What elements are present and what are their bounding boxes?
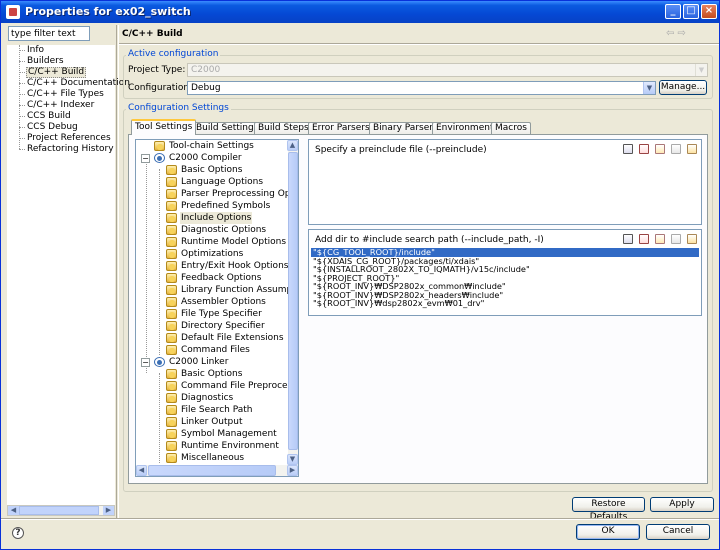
tab-tool-settings[interactable]: Tool Settings xyxy=(131,119,197,135)
options-icon xyxy=(166,273,177,283)
app-icon xyxy=(6,5,20,19)
include-path-toolbar xyxy=(617,234,697,245)
options-icon xyxy=(154,141,165,151)
options-icon xyxy=(166,237,177,247)
cancel-button[interactable]: Cancel xyxy=(646,524,710,540)
add-icon[interactable] xyxy=(623,234,633,244)
tool-tree-vertical-scrollbar[interactable]: ▲ ▼ xyxy=(287,140,298,465)
options-icon xyxy=(166,297,177,307)
configuration-value: Debug xyxy=(191,83,221,93)
scroll-thumb[interactable] xyxy=(19,506,99,515)
options-icon xyxy=(166,321,177,331)
include-path-pane: Add dir to #include search path (--inclu… xyxy=(308,229,702,316)
tree-guide-line xyxy=(146,158,147,373)
tree-guide-line xyxy=(159,373,160,463)
filter-input[interactable] xyxy=(8,26,90,41)
scroll-right-arrow-icon[interactable]: ▶ xyxy=(287,465,298,476)
move-up-icon[interactable] xyxy=(671,234,681,244)
maximize-button[interactable]: □ xyxy=(683,4,699,19)
delete-icon[interactable] xyxy=(639,144,649,154)
footer-separator xyxy=(1,518,719,520)
options-icon xyxy=(166,453,177,463)
options-icon xyxy=(166,441,177,451)
scroll-right-arrow-icon[interactable]: ▶ xyxy=(103,506,114,515)
header-separator xyxy=(119,43,719,45)
chevron-down-icon: ▼ xyxy=(695,64,707,76)
options-icon xyxy=(166,213,177,223)
options-icon xyxy=(166,189,177,199)
manage-button[interactable]: Manage... xyxy=(659,80,707,95)
move-down-icon[interactable] xyxy=(687,144,697,154)
configuration-label: Configuration: xyxy=(128,83,193,93)
scroll-left-arrow-icon[interactable]: ◀ xyxy=(8,506,19,515)
edit-icon[interactable] xyxy=(655,144,665,154)
collapse-compiler-icon[interactable]: − xyxy=(141,154,150,163)
page-title: C/C++ Build xyxy=(122,29,183,39)
configuration-settings-label: Configuration Settings xyxy=(126,103,231,113)
scroll-left-arrow-icon[interactable]: ◀ xyxy=(136,465,147,476)
restore-defaults-button[interactable]: Restore Defaults xyxy=(572,497,645,522)
preinclude-toolbar xyxy=(617,144,697,155)
options-icon xyxy=(166,177,177,187)
move-up-icon[interactable] xyxy=(671,144,681,154)
ok-button[interactable]: OK xyxy=(576,524,640,540)
options-icon xyxy=(166,285,177,295)
properties-window: Properties for ex02_switch _ □ × Info Bu… xyxy=(0,0,720,550)
scroll-down-arrow-icon[interactable]: ▼ xyxy=(287,454,298,465)
forward-arrow-icon[interactable]: ⇨ xyxy=(677,28,688,39)
window-title: Properties for ex02_switch xyxy=(25,5,191,18)
minimize-button[interactable]: _ xyxy=(665,4,681,19)
project-type-label: Project Type: xyxy=(128,65,186,75)
property-page-tree: Info Builders C/C++ Build C/C++ Document… xyxy=(7,45,130,505)
preinclude-pane: Specify a preinclude file (--preinclude) xyxy=(308,139,702,225)
include-path-header: Add dir to #include search path (--inclu… xyxy=(315,235,544,245)
options-icon xyxy=(166,369,177,379)
options-icon xyxy=(166,249,177,259)
options-icon xyxy=(166,405,177,415)
options-icon xyxy=(166,333,177,343)
scroll-thumb[interactable] xyxy=(148,465,276,476)
help-icon[interactable]: ? xyxy=(12,527,24,539)
options-icon xyxy=(166,309,177,319)
back-arrow-icon[interactable]: ⇦ xyxy=(666,28,677,39)
options-icon xyxy=(166,393,177,403)
options-icon xyxy=(166,261,177,271)
tool-settings-tree: Tool-chain Settings − C2000 Compiler Bas… xyxy=(135,139,299,477)
active-configuration-label: Active configuration xyxy=(126,49,221,59)
edit-icon[interactable] xyxy=(655,234,665,244)
tool-tree-horizontal-scrollbar[interactable]: ◀ ▶ xyxy=(136,465,298,476)
sidebar-horizontal-scrollbar[interactable]: ◀ ▶ xyxy=(7,505,115,516)
options-icon xyxy=(166,165,177,175)
delete-icon[interactable] xyxy=(639,234,649,244)
options-icon xyxy=(166,345,177,355)
project-type-select: C2000 ▼ xyxy=(187,63,708,77)
apply-button[interactable]: Apply xyxy=(650,497,714,512)
options-icon xyxy=(166,381,177,391)
configuration-select[interactable]: Debug ▼ xyxy=(187,81,656,95)
options-icon xyxy=(166,429,177,439)
pane-splitter[interactable] xyxy=(116,25,119,520)
title-bar[interactable]: Properties for ex02_switch _ □ × xyxy=(1,1,719,23)
close-button[interactable]: × xyxy=(701,4,717,19)
move-down-icon[interactable] xyxy=(687,234,697,244)
preinclude-header: Specify a preinclude file (--preinclude) xyxy=(315,145,487,155)
tree-guide-line xyxy=(159,169,160,355)
options-icon xyxy=(166,225,177,235)
add-icon[interactable] xyxy=(623,144,633,154)
tool-icon xyxy=(154,153,165,163)
scroll-up-arrow-icon[interactable]: ▲ xyxy=(287,140,298,151)
list-item[interactable]: "${ROOT_INV}₩dsp2802x_evm₩01_drv" xyxy=(311,299,699,308)
chevron-down-icon[interactable]: ▼ xyxy=(643,82,655,94)
collapse-linker-icon[interactable]: − xyxy=(141,358,150,367)
options-icon xyxy=(166,201,177,211)
tool-icon xyxy=(154,357,165,367)
include-path-list: "${CG_TOOL_ROOT}/include" "${XDAIS_CG_RO… xyxy=(311,248,699,308)
scroll-thumb[interactable] xyxy=(288,152,298,450)
options-icon xyxy=(166,417,177,427)
history-navigation: ⇦⇨ xyxy=(666,28,689,39)
project-type-value: C2000 xyxy=(191,65,221,75)
